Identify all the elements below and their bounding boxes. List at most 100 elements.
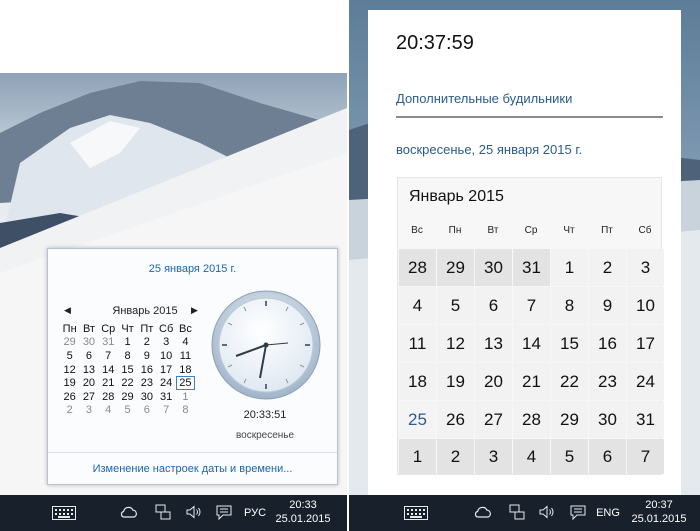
calendar-day[interactable]: 28: [399, 249, 436, 286]
calendar-day[interactable]: 6: [79, 349, 98, 363]
calendar-day[interactable]: 9: [137, 349, 156, 363]
calendar-day[interactable]: 4: [176, 336, 195, 350]
previous-month-button[interactable]: ◀: [64, 305, 71, 316]
calendar-day[interactable]: 19: [60, 376, 79, 390]
calendar-day[interactable]: 5: [60, 349, 79, 363]
calendar-day[interactable]: 26: [437, 401, 474, 438]
calendar-day[interactable]: 11: [399, 325, 436, 362]
calendar-day[interactable]: 13: [475, 325, 512, 362]
volume-icon[interactable]: [186, 505, 202, 521]
calendar-day[interactable]: 29: [437, 249, 474, 286]
calendar-day[interactable]: 6: [589, 439, 626, 474]
calendar-day[interactable]: 3: [79, 404, 98, 418]
calendar-day[interactable]: 1: [551, 249, 588, 286]
calendar-day[interactable]: 17: [627, 325, 664, 362]
calendar-day[interactable]: 5: [118, 404, 137, 418]
long-date-link[interactable]: воскресенье, 25 января 2015 г.: [396, 142, 582, 157]
calendar-day-selected[interactable]: 25: [399, 401, 436, 438]
calendar-day-selected[interactable]: 25: [175, 376, 196, 390]
calendar-day[interactable]: 31: [99, 336, 118, 350]
calendar-day[interactable]: 6: [475, 287, 512, 324]
volume-icon[interactable]: [539, 505, 555, 521]
input-language-indicator[interactable]: ENG: [593, 507, 623, 520]
calendar-day[interactable]: 21: [99, 376, 118, 390]
calendar-day[interactable]: 1: [399, 439, 436, 474]
calendar-day[interactable]: 31: [156, 390, 175, 404]
calendar-day[interactable]: 3: [156, 336, 175, 350]
calendar-day[interactable]: 1: [176, 390, 195, 404]
calendar-day[interactable]: 8: [118, 349, 137, 363]
calendar-day[interactable]: 24: [627, 363, 664, 400]
calendar-day[interactable]: 6: [137, 404, 156, 418]
calendar-day[interactable]: 30: [589, 401, 626, 438]
taskbar-clock[interactable]: 20:37 25.01.2015: [629, 499, 689, 527]
calendar-day[interactable]: 7: [627, 439, 664, 474]
calendar-day[interactable]: 28: [513, 401, 550, 438]
network-icon[interactable]: [155, 504, 171, 522]
action-center-icon[interactable]: [570, 505, 586, 522]
calendar-day[interactable]: 31: [627, 401, 664, 438]
calendar-day[interactable]: 10: [627, 287, 664, 324]
month-label[interactable]: Январь 2015: [409, 188, 504, 206]
calendar-day[interactable]: 18: [176, 363, 195, 377]
cloud-icon[interactable]: [474, 505, 492, 521]
calendar-day[interactable]: 23: [137, 376, 156, 390]
calendar-day[interactable]: 29: [551, 401, 588, 438]
additional-alarms-link[interactable]: Дополнительные будильники: [396, 91, 572, 106]
input-language-indicator[interactable]: РУС: [240, 507, 270, 520]
calendar-day[interactable]: 27: [475, 401, 512, 438]
calendar-day[interactable]: 19: [437, 363, 474, 400]
calendar-day[interactable]: 2: [137, 336, 156, 350]
calendar-day[interactable]: 31: [513, 249, 550, 286]
keyboard-icon[interactable]: [404, 506, 428, 522]
calendar-day[interactable]: 30: [475, 249, 512, 286]
calendar-day[interactable]: 15: [118, 363, 137, 377]
calendar-day[interactable]: 12: [60, 363, 79, 377]
action-center-icon[interactable]: [216, 505, 232, 522]
calendar-day[interactable]: 22: [551, 363, 588, 400]
calendar-day[interactable]: 2: [437, 439, 474, 474]
calendar-day[interactable]: 18: [399, 363, 436, 400]
calendar-day[interactable]: 2: [589, 249, 626, 286]
calendar-day[interactable]: 8: [176, 404, 195, 418]
calendar-day[interactable]: 12: [437, 325, 474, 362]
network-icon[interactable]: [509, 504, 525, 522]
calendar-day[interactable]: 5: [437, 287, 474, 324]
calendar-day[interactable]: 20: [79, 376, 98, 390]
calendar-day[interactable]: 16: [137, 363, 156, 377]
month-label[interactable]: Январь 2015: [84, 305, 206, 317]
calendar-day[interactable]: 14: [99, 363, 118, 377]
calendar-day[interactable]: 7: [99, 349, 118, 363]
calendar-day[interactable]: 21: [513, 363, 550, 400]
calendar-day[interactable]: 4: [513, 439, 550, 474]
calendar-day[interactable]: 9: [589, 287, 626, 324]
calendar-day[interactable]: 30: [79, 336, 98, 350]
calendar-day[interactable]: 29: [118, 390, 137, 404]
calendar-day[interactable]: 23: [589, 363, 626, 400]
cloud-icon[interactable]: [120, 505, 138, 521]
calendar-day[interactable]: 30: [137, 390, 156, 404]
calendar-day[interactable]: 4: [99, 404, 118, 418]
change-date-time-settings-link[interactable]: Изменение настроек даты и времени...: [48, 463, 337, 475]
calendar-day[interactable]: 13: [79, 363, 98, 377]
calendar-day[interactable]: 7: [513, 287, 550, 324]
calendar-day[interactable]: 3: [627, 249, 664, 286]
keyboard-icon[interactable]: [52, 506, 76, 522]
calendar-day[interactable]: 27: [79, 390, 98, 404]
calendar-day[interactable]: 22: [118, 376, 137, 390]
calendar-day[interactable]: 8: [551, 287, 588, 324]
date-title-link[interactable]: 25 января 2015 г.: [48, 263, 337, 275]
calendar-day[interactable]: 20: [475, 363, 512, 400]
calendar-day[interactable]: 10: [156, 349, 175, 363]
calendar-day[interactable]: 11: [176, 349, 195, 363]
calendar-day[interactable]: 2: [60, 404, 79, 418]
calendar-day[interactable]: 7: [156, 404, 175, 418]
calendar-day[interactable]: 24: [156, 376, 175, 390]
calendar-day[interactable]: 1: [118, 336, 137, 350]
calendar-day[interactable]: 15: [551, 325, 588, 362]
calendar-day[interactable]: 16: [589, 325, 626, 362]
calendar-day[interactable]: 3: [475, 439, 512, 474]
calendar-day[interactable]: 28: [99, 390, 118, 404]
calendar-day[interactable]: 17: [156, 363, 175, 377]
calendar-day[interactable]: 29: [60, 336, 79, 350]
